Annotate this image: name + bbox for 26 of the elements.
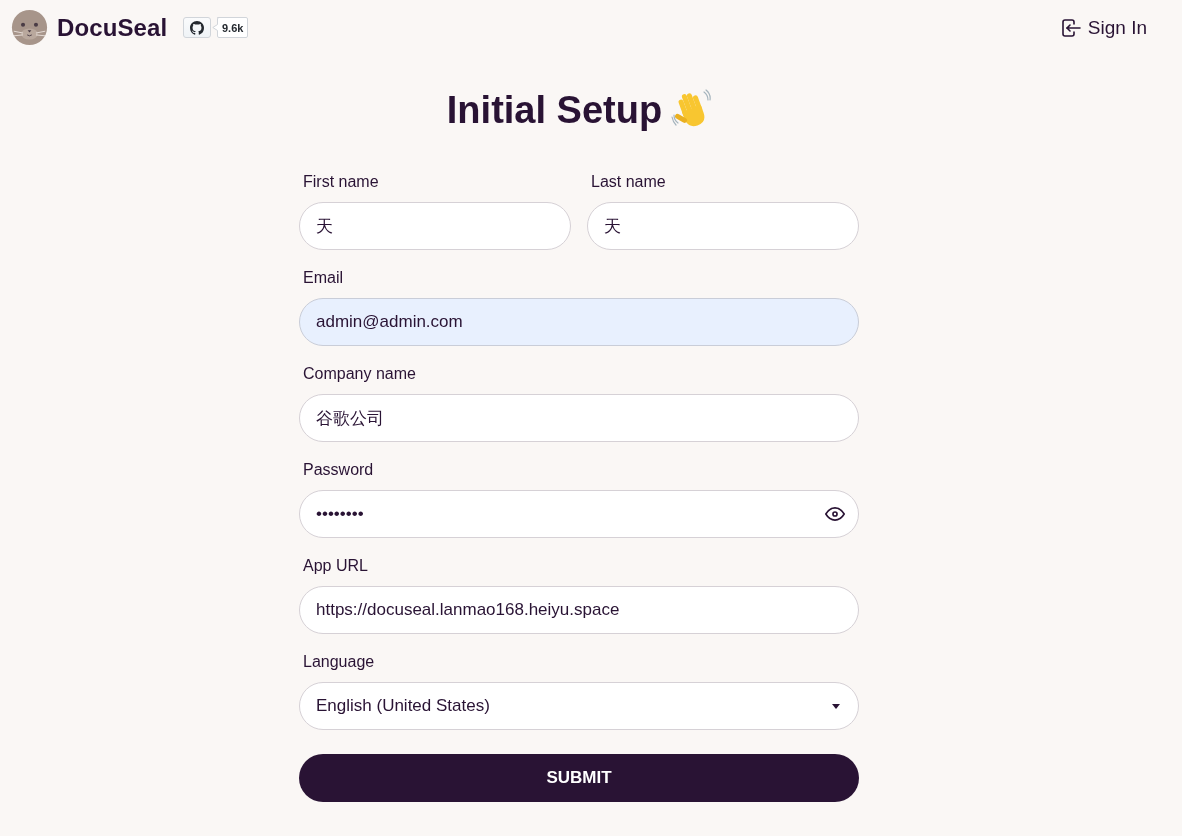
- seal-logo-icon: [11, 9, 48, 46]
- field-label: Email: [302, 268, 343, 288]
- page-title: Initial Setup: [446, 88, 663, 133]
- text-field[interactable]: https://docuseal.lanmao168.heiyu.space: [299, 586, 859, 634]
- text-field[interactable]: admin@admin.com: [299, 298, 859, 346]
- field-label: First name: [302, 172, 379, 192]
- text-field[interactable]: 谷歌公司: [299, 394, 859, 442]
- repo-button[interactable]: [183, 17, 212, 38]
- sign-in-icon: [1061, 18, 1081, 37]
- field-label: Password: [302, 460, 374, 480]
- brand-name: DocuSeal: [57, 13, 168, 42]
- text-field[interactable]: 天: [299, 202, 571, 250]
- eye-icon[interactable]: [825, 507, 845, 521]
- github-icon: [190, 20, 205, 35]
- caret-icon: [832, 703, 840, 709]
- star-count[interactable]: 9.6k: [212, 17, 249, 38]
- language-select[interactable]: English (United States): [299, 682, 859, 730]
- field-label: Company name: [302, 364, 416, 384]
- field-label: Last name: [590, 172, 666, 192]
- submit-button[interactable]: SUBMIT: [299, 754, 859, 802]
- field-label: App URL: [302, 556, 368, 576]
- field-label: Language: [302, 652, 375, 672]
- password-field[interactable]: ••••••••: [299, 490, 859, 538]
- sign-in-link[interactable]: Sign In: [1061, 16, 1147, 39]
- text-field[interactable]: 天: [587, 202, 859, 250]
- waving-hand-icon: [671, 88, 712, 128]
